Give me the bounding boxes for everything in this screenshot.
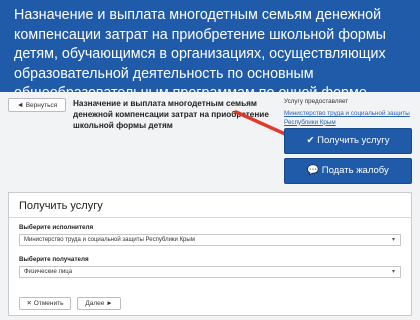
back-button[interactable]: ◄ Вернуться — [8, 98, 66, 112]
executor-label: Выберите исполнителя — [19, 224, 94, 231]
get-service-panel: Получить услугу Выберите исполнителя Мин… — [8, 192, 412, 316]
close-icon: ✕ — [26, 300, 32, 307]
complaint-label: Подать жалобу — [321, 165, 389, 176]
header-banner: Назначение и выплата многодетным семьям … — [0, 0, 420, 121]
recipient-select[interactable]: Физические лица ▾ — [19, 266, 401, 278]
cancel-button[interactable]: ✕ Отменить — [19, 297, 71, 310]
executor-select-value: Министерство труда и социальной защиты Р… — [24, 237, 195, 243]
chevron-down-icon: ▾ — [391, 237, 395, 243]
get-service-label: Получить услугу — [317, 135, 390, 146]
chevron-down-icon: ▾ — [391, 269, 395, 275]
recipient-select-value: Физические лица — [24, 269, 73, 275]
recipient-label: Выберите получателя — [19, 256, 89, 263]
chevron-right-icon: ► — [106, 300, 113, 307]
speech-bubble-icon: 💬 — [307, 165, 320, 176]
chevron-left-icon: ◄ — [16, 102, 24, 109]
next-button-label: Далее — [85, 300, 105, 307]
back-button-label: Вернуться — [25, 102, 58, 109]
panel-divider — [9, 217, 411, 218]
cancel-button-label: Отменить — [33, 300, 64, 307]
panel-title: Получить услугу — [19, 200, 103, 212]
check-icon: ✔ — [306, 135, 315, 146]
complaint-button[interactable]: 💬 Подать жалобу — [284, 158, 412, 184]
provider-heading: Услугу предоставляет — [284, 98, 349, 105]
executor-select[interactable]: Министерство труда и социальной защиты Р… — [19, 234, 401, 246]
get-service-button[interactable]: ✔ Получить услугу — [284, 128, 412, 154]
next-button[interactable]: Далее ► — [77, 297, 121, 310]
